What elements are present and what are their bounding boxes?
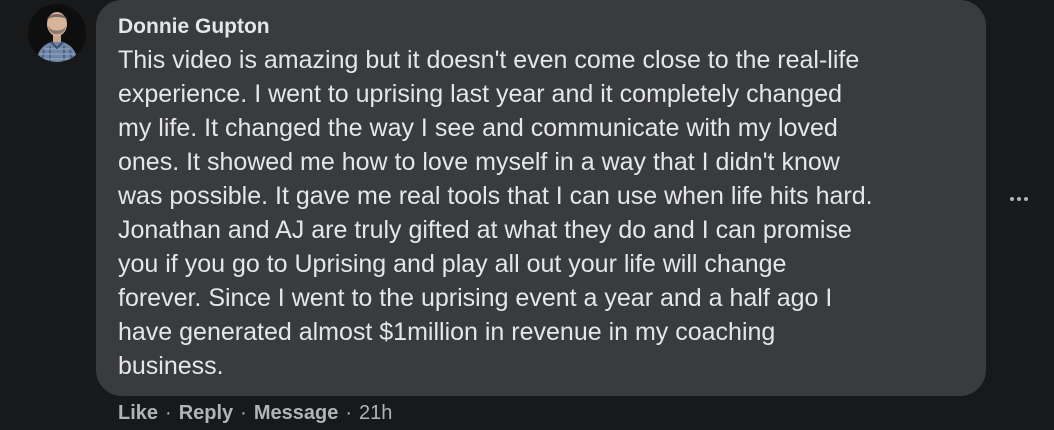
avatar-image (28, 4, 86, 62)
comment-text-line: business. (118, 352, 224, 380)
message-link[interactable]: Message (254, 402, 339, 425)
comment-text-line: experience. I went to uprising last year… (118, 80, 843, 108)
comment-text-line: forever. Since I went to the uprising ev… (118, 284, 833, 312)
more-dot (1010, 197, 1014, 201)
separator: · (345, 401, 353, 424)
comment-text-line: This video is amazing but it doesn't eve… (118, 46, 860, 74)
comment-text-line: have generated almost $1million in reven… (118, 318, 776, 346)
separator: · (165, 401, 172, 424)
comment-text-line: ones. It showed me how to love myself in… (118, 148, 840, 176)
comment-author[interactable]: Donnie Gupton (118, 13, 966, 41)
comment-bubble: Donnie Gupton This video is amazing but … (96, 0, 986, 396)
avatar[interactable] (28, 4, 86, 62)
comment-text: This video is amazing but it doesn't eve… (118, 43, 966, 383)
like-link[interactable]: Like (118, 402, 158, 425)
comment-timestamp[interactable]: 21h (359, 402, 392, 425)
comment-text-line: you if you go to Uprising and play all o… (118, 250, 787, 278)
separator: · (240, 401, 247, 424)
comment-text-line: was possible. It gave me real tools that… (118, 182, 873, 210)
more-options-icon[interactable] (1006, 186, 1032, 212)
comment-actions: Like · Reply · Message · 21h (118, 399, 392, 427)
more-dot (1017, 197, 1021, 201)
comment-text-line: Jonathan and AJ are truly gifted at what… (118, 216, 852, 244)
comment-text-line: my life. It changed the way I see and co… (118, 114, 838, 142)
more-dot (1024, 197, 1028, 201)
reply-link[interactable]: Reply (179, 402, 233, 425)
